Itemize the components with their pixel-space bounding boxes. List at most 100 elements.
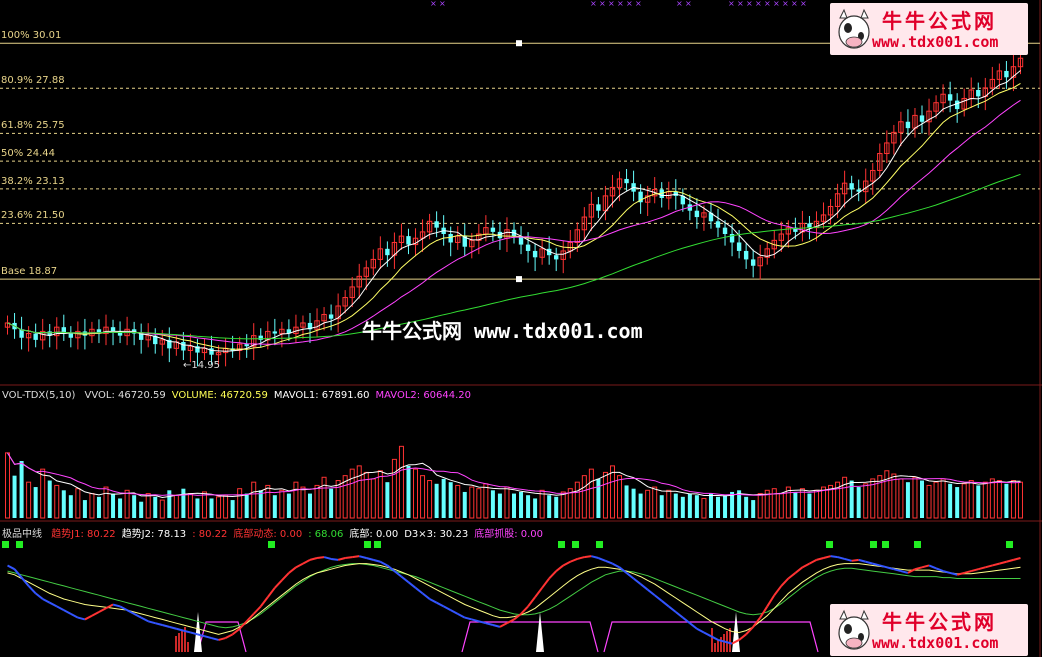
trend-j1-segment (266, 587, 276, 598)
volume-bar (588, 468, 594, 519)
volume-bar (132, 495, 137, 518)
volume-bar (251, 481, 257, 519)
buy-signal-marker (596, 541, 603, 548)
trend-j1-segment (169, 625, 177, 630)
candle-body (68, 333, 74, 338)
volume-bar (349, 468, 355, 519)
trend-j1-segment (91, 611, 100, 617)
volume-bar (385, 482, 390, 518)
top-marker-icon: × (685, 0, 692, 8)
trend-j1-segment (140, 616, 149, 623)
volume-bar (609, 465, 615, 519)
candle-body (743, 250, 749, 260)
trend-j1-segment (865, 560, 874, 565)
trend-j1-segment (7, 564, 16, 571)
volume-bar (370, 478, 376, 519)
trend-j1-segment (337, 557, 346, 561)
trend-j1-segment (457, 612, 466, 619)
trend-j1-segment (703, 631, 712, 638)
trend-j1-segment (605, 559, 613, 565)
trend-j1-segment (302, 559, 311, 565)
volume-bar (33, 487, 38, 518)
volume-bar (504, 486, 510, 519)
trend-j1-segment (787, 572, 797, 580)
volume-bar (159, 499, 165, 519)
trend-j1-segment (84, 614, 93, 621)
volume-bar (757, 493, 763, 519)
bottom-signal-pulse (461, 621, 599, 653)
trend-j1-segment (534, 587, 543, 598)
trend-j1-segment (98, 607, 107, 613)
fib-anchor-marker (516, 40, 522, 47)
trend-j1-segment (288, 566, 297, 574)
volume-bar (519, 491, 524, 518)
trend-j1-segment (27, 585, 37, 595)
volume-bar (293, 481, 299, 519)
volume-bar (89, 493, 95, 519)
candle-body (750, 259, 756, 266)
volume-bar (624, 485, 629, 518)
trend-j1-segment (358, 555, 367, 559)
trend-j1-segment (309, 557, 318, 561)
ma-line-ma5 (7, 70, 1021, 352)
trend-j1-segment (858, 558, 866, 563)
trend-j1-segment (738, 633, 747, 641)
trend-j1-segment (414, 587, 424, 595)
candle-body (849, 183, 854, 190)
center-watermark: 牛牛公式网 www.tdx001.com (362, 319, 643, 343)
volume-bar (807, 493, 812, 518)
volume-bar (778, 493, 784, 519)
volume-bar (173, 494, 179, 519)
volume-bar (441, 478, 446, 518)
volume-bar (512, 493, 516, 518)
buy-signal-marker (870, 541, 877, 548)
volume-bar (406, 465, 411, 518)
buy-signal-marker (558, 541, 565, 548)
indicator-readout: 底部动态: 0.00 (233, 529, 303, 540)
volume-bar (976, 485, 981, 518)
volume-bar (687, 493, 692, 518)
volume-bar (356, 465, 362, 519)
candle-body (694, 210, 700, 218)
volume-bar (744, 496, 749, 518)
trend-j1-segment (978, 566, 986, 571)
volume-bar (398, 445, 404, 519)
trend-j1-segment (211, 637, 219, 641)
candle-body (919, 115, 925, 122)
volume-bar (884, 470, 890, 519)
volume-bar (982, 481, 988, 519)
volume-bar (5, 452, 11, 519)
volume-bar (329, 488, 334, 518)
trend-j1-segment (421, 592, 431, 600)
volume-bar (968, 480, 974, 519)
trend-j1-segment (851, 558, 859, 562)
buy-signal-marker (16, 541, 23, 548)
volume-bar (40, 468, 46, 519)
fib-anchor-marker (516, 276, 522, 283)
trend-j1-segment (49, 601, 58, 608)
volume-bar (940, 478, 946, 519)
candle-body (448, 234, 453, 243)
trend-j1-segment (886, 566, 895, 571)
volume-bar (602, 471, 608, 519)
trend-j1-segment (541, 577, 550, 589)
fib-level-label: 80.9% 27.88 (1, 75, 65, 87)
candle-body (490, 227, 496, 232)
badge-bottom: 牛牛公式网 www.tdx001.com (830, 604, 1028, 656)
volume-bar (891, 473, 897, 519)
trend-j1-segment (492, 624, 501, 628)
volume-bar (321, 476, 327, 519)
trend-j1-segment (823, 555, 831, 559)
volume-bar (82, 500, 87, 518)
trend-j1-segment (225, 633, 234, 639)
trend-j1-segment (56, 605, 65, 612)
low-price-value: 14.95 (191, 360, 221, 371)
volume-bar (490, 490, 495, 518)
trend-j1-segment (555, 564, 564, 572)
indicator-readout: 趋势J2: 78.13 (121, 529, 187, 540)
volume-bar (730, 491, 735, 518)
volume-bar (118, 498, 123, 518)
indicator-readout: D3×3: 30.23 (404, 529, 469, 540)
volume-bar (434, 483, 439, 518)
candle-body (554, 255, 559, 260)
